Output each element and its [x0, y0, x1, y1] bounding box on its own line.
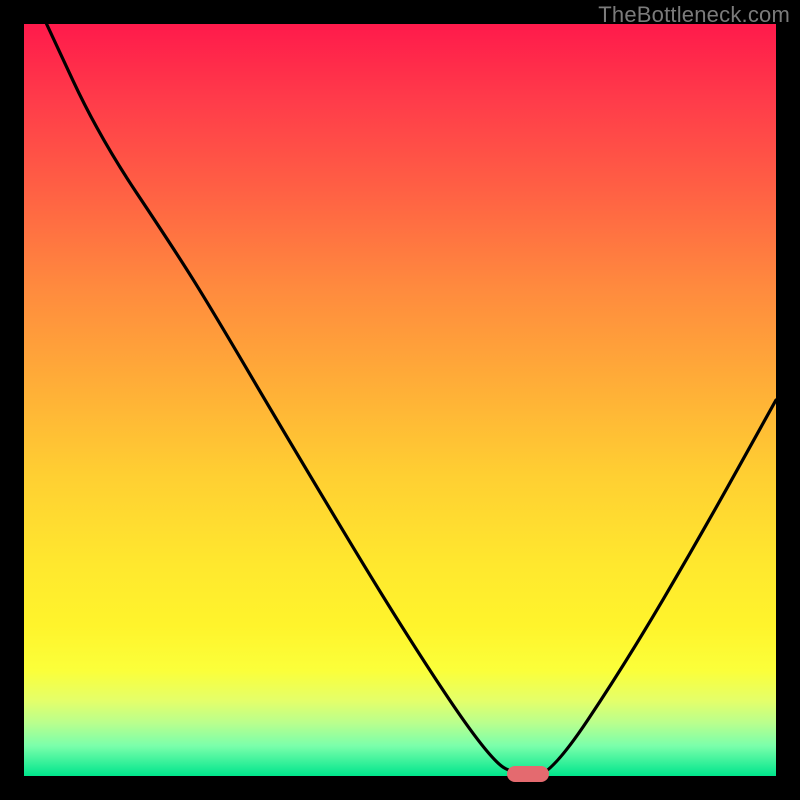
optimal-marker	[507, 766, 549, 782]
chart-frame: TheBottleneck.com	[0, 0, 800, 800]
bottleneck-curve	[24, 24, 776, 776]
plot-area	[24, 24, 776, 776]
